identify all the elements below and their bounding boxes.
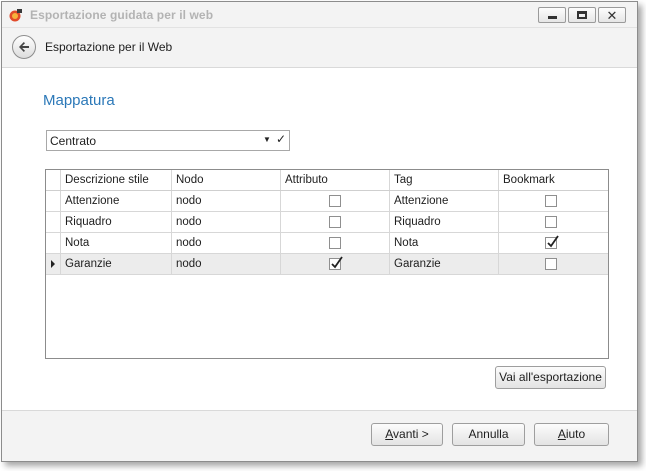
cell-tag[interactable]: Riquadro [389, 212, 498, 232]
column-header-nodo[interactable]: Nodo [171, 170, 280, 190]
row-indicator [46, 212, 60, 232]
back-button[interactable] [12, 35, 36, 59]
wizard-window: Esportazione guidata per il web ✕ Esport… [1, 1, 638, 462]
alignment-combo[interactable]: Centrato ▼ ✓ [46, 130, 290, 151]
bookmark-checkbox[interactable] [545, 195, 557, 207]
minimize-button[interactable] [538, 7, 566, 23]
maximize-button[interactable] [568, 7, 596, 23]
minimize-icon [547, 16, 557, 19]
cancel-button[interactable]: Annulla [452, 423, 525, 446]
checkmark-icon[interactable]: ✓ [276, 132, 286, 146]
cell-attributo[interactable] [280, 191, 389, 211]
cell-attributo[interactable] [280, 254, 389, 274]
cell-bookmark[interactable] [498, 191, 608, 211]
cell-bookmark[interactable] [498, 212, 608, 232]
help-button-label: iuto [565, 427, 586, 441]
grid-header-row: Descrizione stile Nodo Attributo Tag Boo… [46, 170, 608, 191]
close-icon: ✕ [606, 7, 618, 23]
cell-nodo[interactable]: nodo [171, 233, 280, 253]
cell-descrizione[interactable]: Garanzie [60, 254, 171, 274]
check-mark-icon [331, 256, 343, 269]
table-row[interactable]: Riquadro nodo Riquadro [46, 212, 608, 233]
mapping-grid[interactable]: Descrizione stile Nodo Attributo Tag Boo… [45, 169, 609, 359]
cell-bookmark[interactable] [498, 254, 608, 274]
cell-nodo[interactable]: nodo [171, 212, 280, 232]
page-title: Esportazione per il Web [45, 40, 173, 54]
cell-tag[interactable]: Attenzione [389, 191, 498, 211]
attributo-checkbox[interactable] [329, 195, 341, 207]
arrow-left-icon [19, 42, 29, 52]
cell-attributo[interactable] [280, 233, 389, 253]
column-header-descrizione[interactable]: Descrizione stile [60, 170, 171, 190]
row-pointer-icon [51, 260, 55, 268]
section-title: Mappatura [43, 92, 115, 109]
wizard-footer: Avanti > Annulla Aiuto [2, 410, 637, 461]
cell-descrizione[interactable]: Nota [60, 233, 171, 253]
bookmark-checkbox[interactable] [545, 258, 557, 270]
title-bar: Esportazione guidata per il web ✕ [2, 2, 637, 28]
dropdown-arrow-icon[interactable]: ▼ [263, 135, 271, 144]
help-button[interactable]: Aiuto [534, 423, 609, 446]
next-button-label: vanti > [393, 427, 429, 441]
check-mark-icon [547, 235, 559, 248]
bookmark-checkbox[interactable] [545, 216, 557, 228]
row-indicator [46, 254, 60, 274]
help-button-mnemonic: A [557, 427, 566, 441]
attributo-checkbox[interactable] [329, 256, 343, 270]
next-button-mnemonic: A [385, 427, 394, 441]
cell-bookmark[interactable] [498, 233, 608, 253]
go-to-export-button[interactable]: Vai all'esportazione [495, 366, 606, 389]
row-indicator [46, 233, 60, 253]
cell-nodo[interactable]: nodo [171, 254, 280, 274]
row-indicator [46, 191, 60, 211]
table-row[interactable]: Nota nodo Nota [46, 233, 608, 254]
column-header-tag[interactable]: Tag [389, 170, 498, 190]
cell-tag[interactable]: Garanzie [389, 254, 498, 274]
cell-attributo[interactable] [280, 212, 389, 232]
maximize-icon [577, 11, 587, 19]
close-button[interactable]: ✕ [598, 7, 626, 23]
cell-descrizione[interactable]: Attenzione [60, 191, 171, 211]
column-header-attributo[interactable]: Attributo [280, 170, 389, 190]
cell-nodo[interactable]: nodo [171, 191, 280, 211]
cell-descrizione[interactable]: Riquadro [60, 212, 171, 232]
attributo-checkbox[interactable] [329, 216, 341, 228]
combo-value: Centrato [50, 134, 97, 148]
window-title: Esportazione guidata per il web [30, 8, 214, 22]
table-row[interactable]: Attenzione nodo Attenzione [46, 191, 608, 212]
next-button[interactable]: Avanti > [371, 423, 443, 446]
wizard-header: Esportazione per il Web [2, 28, 637, 68]
table-row[interactable]: Garanzie nodo Garanzie [46, 254, 608, 275]
bookmark-checkbox[interactable] [545, 235, 559, 249]
column-header-bookmark[interactable]: Bookmark [498, 170, 608, 190]
attributo-checkbox[interactable] [329, 237, 341, 249]
cell-tag[interactable]: Nota [389, 233, 498, 253]
app-logo-icon [8, 8, 23, 22]
